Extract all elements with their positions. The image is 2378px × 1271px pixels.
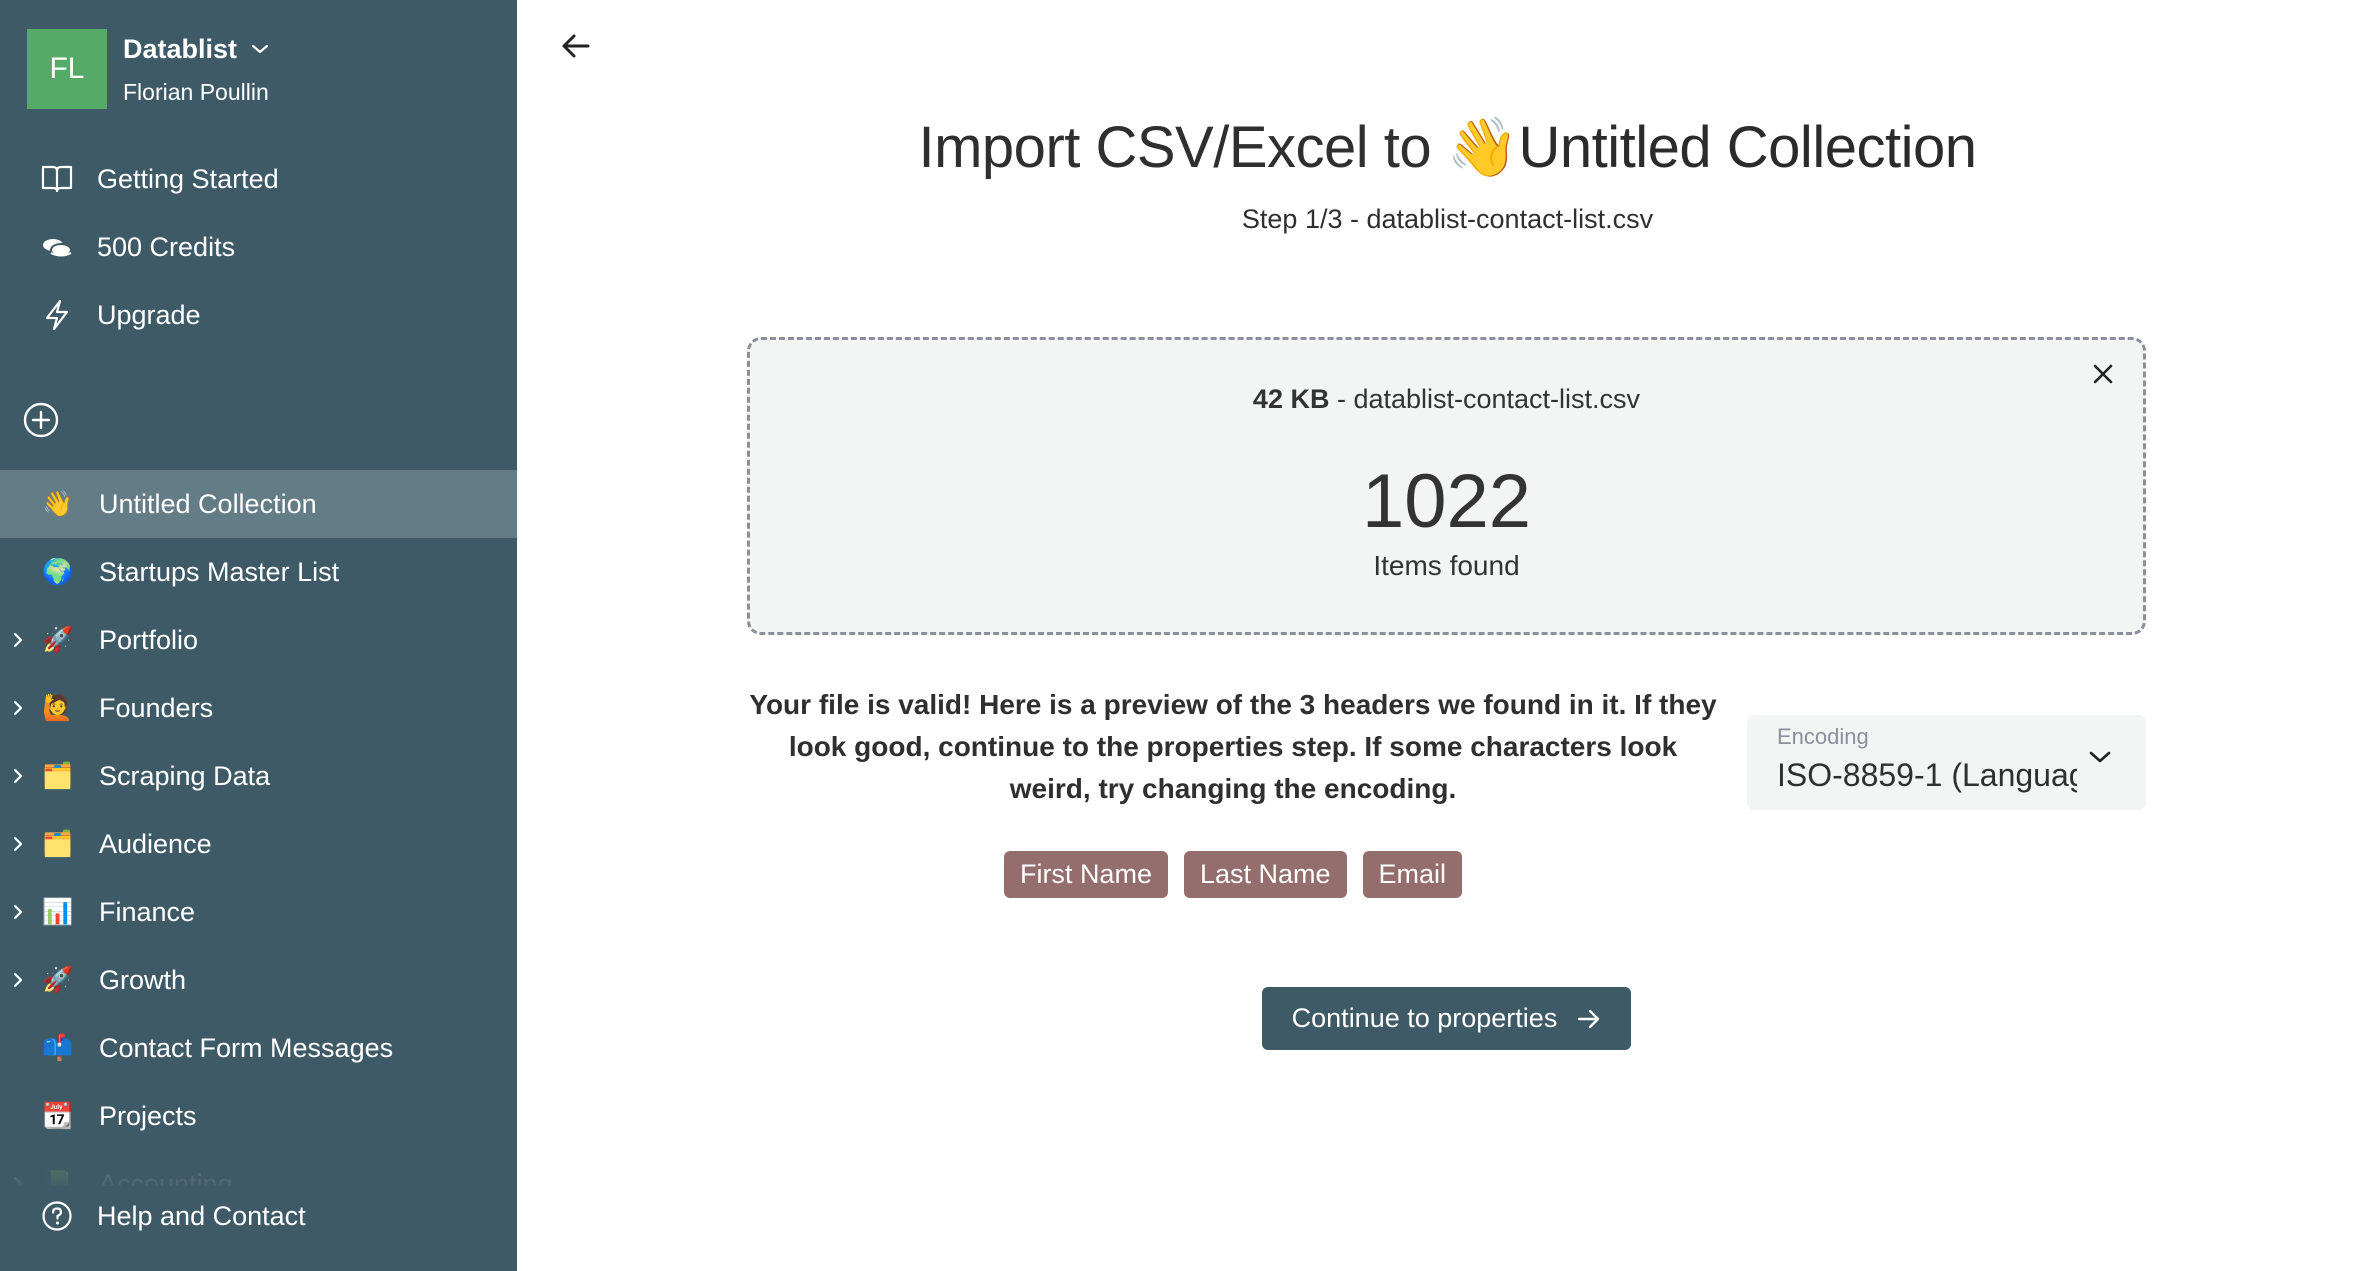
collection-emoji-icon: 🌍 [42, 557, 74, 586]
collection-label: Untitled Collection [99, 488, 317, 519]
header-chip: Email [1362, 851, 1463, 898]
nav-label: Upgrade [97, 299, 201, 330]
header-chip: First Name [1003, 851, 1168, 898]
question-circle-icon [40, 1199, 74, 1233]
collection-label: Founders [99, 692, 214, 723]
nav-upgrade[interactable]: Upgrade [0, 285, 517, 345]
title-collection: Untitled Collection [1518, 115, 1977, 180]
file-dropzone[interactable]: 42 KB - datablist-contact-list.csv 1022 … [747, 337, 2146, 635]
collection-item[interactable]: 🗂️ Audience [0, 810, 517, 878]
app-root: FL Datablist Florian Poullin Getting Sta… [0, 0, 2378, 1271]
nav-label: Getting Started [97, 163, 279, 194]
nav-credits[interactable]: 500 Credits [0, 217, 517, 277]
header-chips: First Name Last Name Email [747, 851, 1719, 898]
data-section-header: Data [21, 398, 491, 442]
chevron-right-icon[interactable] [10, 970, 26, 990]
collection-emoji-icon: 🚀 [42, 625, 74, 654]
plus-circle-icon [23, 402, 59, 438]
collection-emoji-icon: 🚀 [42, 965, 74, 994]
chevron-right-icon[interactable] [10, 698, 26, 718]
collection-emoji-icon: 🙋 [42, 693, 74, 722]
collection-emoji-icon: 🗂️ [42, 829, 74, 858]
items-count: 1022 [1361, 459, 1532, 544]
nav-label: Help and Contact [97, 1200, 306, 1231]
collection-item[interactable]: 🌍 Startups Master List [0, 538, 517, 606]
collection-label: Projects [99, 1100, 197, 1131]
back-button[interactable] [556, 26, 596, 66]
page-title: Import CSV/Excel to 👋Untitled Collection [517, 114, 2378, 182]
collection-item[interactable]: 🗂️ Scraping Data [0, 742, 517, 810]
help-footer: Help and Contact [0, 1186, 517, 1271]
header-chip: Last Name [1183, 851, 1347, 898]
collection-item[interactable]: 📊 Finance [0, 878, 517, 946]
collection-emoji-icon: 📫 [42, 1033, 74, 1062]
avatar: FL [27, 29, 107, 109]
workspace-switcher[interactable]: FL Datablist Florian Poullin [27, 29, 269, 109]
collection-label: Finance [99, 896, 196, 927]
chevron-right-icon[interactable] [10, 630, 26, 650]
collection-label: Startups Master List [99, 556, 340, 587]
items-count-label: Items found [1373, 550, 1520, 581]
collection-label: Growth [99, 964, 187, 995]
collection-emoji-icon: 🗂️ [42, 761, 74, 790]
add-collection-button[interactable] [21, 400, 61, 440]
continue-label: Continue to properties [1291, 1003, 1558, 1033]
collection-item[interactable]: 🚀 Growth [0, 946, 517, 1014]
collection-item[interactable]: 🙋 Founders [0, 674, 517, 742]
collection-emoji-icon: 📊 [42, 897, 74, 926]
nav-getting-started[interactable]: Getting Started [0, 149, 517, 209]
chevron-right-icon[interactable] [10, 902, 26, 922]
collection-emoji-icon: 📆 [42, 1101, 74, 1130]
collection-item[interactable]: 🚀 Portfolio [0, 606, 517, 674]
collection-label: Audience [99, 828, 212, 859]
collection-label: Portfolio [99, 624, 199, 655]
collection-label: Contact Form Messages [99, 1032, 394, 1063]
encoding-value: ISO-8859-1 (Language [1777, 757, 2077, 793]
chevron-down-icon [251, 44, 269, 54]
file-name: datablist-contact-list.csv [1353, 384, 1641, 414]
nav-help[interactable]: Help and Contact [0, 1186, 517, 1246]
arrow-left-icon [562, 34, 590, 58]
chevron-down-icon [2089, 751, 2111, 763]
title-prefix: Import CSV/Excel to [918, 115, 1432, 180]
encoding-select[interactable]: Encoding ISO-8859-1 (Language [1747, 715, 2146, 810]
book-icon [40, 162, 74, 196]
collection-emoji-icon: 👋 [42, 489, 74, 518]
file-info: 42 KB - datablist-contact-list.csv [750, 384, 2143, 415]
close-icon [2093, 364, 2113, 384]
user-name: Florian Poullin [123, 79, 269, 105]
sidebar: FL Datablist Florian Poullin Getting Sta… [0, 0, 517, 1271]
coins-icon [40, 230, 74, 264]
chevron-right-icon[interactable] [10, 766, 26, 786]
step-subtitle: Step 1/3 - datablist-contact-list.csv [1241, 204, 1654, 234]
lightning-icon [40, 298, 74, 332]
collection-emoji: 👋 [1446, 115, 1519, 180]
file-separator: - [1329, 384, 1354, 414]
collection-item[interactable]: 👋 Untitled Collection [0, 470, 517, 538]
arrow-right-icon [1578, 1009, 1600, 1028]
nav-label: 500 Credits [97, 231, 236, 262]
collection-label: Scraping Data [99, 760, 271, 791]
encoding-label: Encoding [1777, 724, 1869, 749]
collection-item[interactable]: 📆 Projects [0, 1082, 517, 1150]
workspace-name: Datablist [123, 33, 238, 64]
validation-message: Your file is valid! Here is a preview of… [749, 689, 1717, 804]
collection-item[interactable]: 📫 Contact Form Messages [0, 1014, 517, 1082]
chevron-right-icon[interactable] [10, 834, 26, 854]
continue-button[interactable]: Continue to properties [1262, 987, 1631, 1050]
file-size: 42 KB [1252, 384, 1330, 414]
